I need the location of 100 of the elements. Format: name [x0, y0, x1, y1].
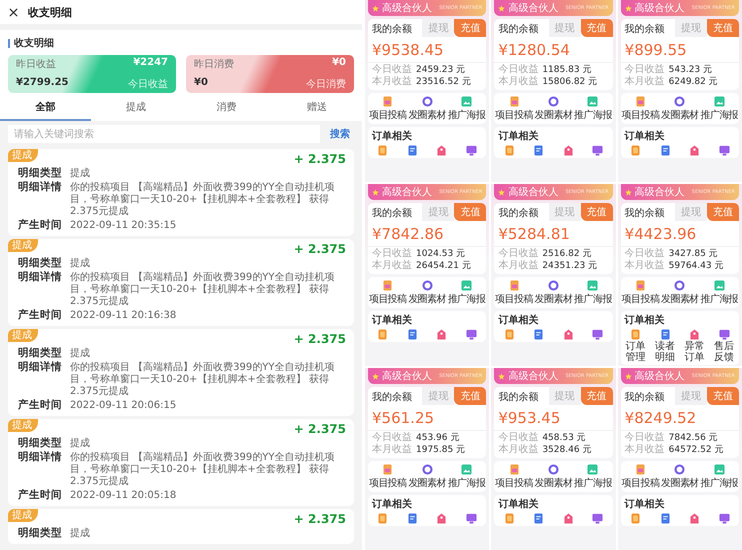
stat-value: 2516.82 元: [542, 248, 592, 260]
record-tag: 提成: [8, 239, 38, 252]
feature-item[interactable]: 发圈素材: [407, 464, 447, 490]
image-icon: [714, 464, 725, 475]
field-label: 明细类型: [18, 527, 63, 540]
orders-title: 订单相关: [497, 130, 540, 144]
feature-item[interactable]: 项目投稿: [494, 96, 534, 122]
record-tag: 提成: [8, 329, 38, 342]
field-label: 明细详情: [18, 451, 63, 465]
feature-item[interactable]: 项目投稿: [368, 96, 408, 122]
stat-value: 1185.83 元: [542, 64, 592, 76]
image-icon: [461, 464, 472, 475]
feature-item[interactable]: 项目投稿: [368, 280, 408, 306]
star-icon: [498, 372, 506, 380]
feature-item[interactable]: 发圈素材: [534, 464, 574, 490]
search-button[interactable]: 搜索: [326, 125, 354, 143]
clipboard-icon: [378, 329, 388, 340]
feature-item[interactable]: 项目投稿: [494, 464, 534, 490]
document-icon: [383, 280, 392, 291]
balance-label: 我的余额: [371, 390, 413, 405]
feature-item[interactable]: 项目投稿: [620, 280, 660, 306]
feature-item[interactable]: 发圈素材: [660, 464, 700, 490]
stat-label: 本月收益: [372, 444, 412, 456]
banner-title: 高级合伙人: [382, 2, 432, 15]
document-icon: [383, 464, 392, 475]
feature-item[interactable]: 发圈素材: [407, 280, 447, 306]
banner-title: 高级合伙人: [382, 186, 432, 199]
field-value: 你的投稿项目 【高端精品】外面收费399的YY全自动挂机项目，号称单窗口一天10-20+【挂机脚本+全套教程】 获得2.375元提成: [70, 271, 336, 308]
feature-item[interactable]: 推广海报: [700, 464, 739, 490]
close-icon[interactable]: [9, 8, 18, 16]
stat-label: 今日收益: [372, 64, 412, 76]
stat-label: 本月收益: [498, 260, 538, 272]
feature-item[interactable]: 发圈素材: [660, 280, 700, 306]
clipboard-icon: [504, 145, 514, 156]
search-field[interactable]: 请输入关键词搜索: [8, 125, 320, 143]
feature-item[interactable]: 推广海报: [700, 96, 739, 122]
record-tag: 提成: [8, 509, 38, 522]
monitor-icon: [718, 329, 730, 340]
feature-item[interactable]: 推广海报: [573, 464, 613, 490]
star-icon: [372, 372, 379, 380]
feature-item[interactable]: 推广海报: [446, 280, 486, 306]
field-label: 产生时间: [18, 219, 63, 232]
order-item-label[interactable]: 读者明细: [655, 341, 676, 363]
clipboard-icon: [378, 513, 388, 524]
summary-label: 昨日消费: [194, 58, 235, 71]
feature-item[interactable]: 推广海报: [573, 280, 613, 306]
star-icon: [498, 188, 506, 196]
stat-label: 今日收益: [498, 64, 538, 76]
star-icon: [624, 372, 632, 380]
field-label: 明细类型: [18, 437, 63, 450]
tab[interactable]: 提成: [90, 96, 181, 121]
stat-value: 26454.21 元: [416, 260, 471, 272]
balance-label: 我的余额: [624, 390, 666, 405]
summary-label: 今日消费: [306, 78, 346, 91]
order-item-label[interactable]: 售后反馈: [714, 341, 734, 363]
field-value: 提成: [70, 347, 91, 360]
feature-item[interactable]: 项目投稿: [494, 280, 534, 306]
feature-item[interactable]: 发圈素材: [660, 96, 700, 122]
field-value: 你的投稿项目 【高端精品】外面收费399的YY全自动挂机项目，号称单窗口一天10-20+【挂机脚本+全套教程】 获得2.375元提成: [70, 361, 336, 398]
feature-item[interactable]: 项目投稿: [368, 464, 408, 490]
field-label: 明细类型: [18, 167, 63, 180]
order-item-label[interactable]: 订单管理: [625, 341, 646, 363]
star-icon: [372, 4, 379, 12]
clipboard-icon: [630, 513, 640, 524]
ring-icon: [674, 280, 686, 291]
ring-icon: [548, 464, 559, 475]
field-label: 明细类型: [18, 347, 63, 360]
feature-item[interactable]: 发圈素材: [407, 96, 447, 122]
balance-label: 我的余额: [371, 22, 413, 37]
balance-amount: ¥5284.81: [497, 224, 571, 245]
feature-item[interactable]: 发圈素材: [534, 280, 574, 306]
feature-item[interactable]: 推广海报: [446, 464, 486, 490]
balance-amount: ¥8249.52: [624, 408, 698, 429]
banner-title: 高级合伙人: [634, 2, 685, 15]
image-icon: [587, 280, 598, 291]
orders-title: 订单相关: [623, 314, 666, 328]
stat-value: 7842.56 元: [668, 432, 718, 444]
monitor-icon: [718, 513, 730, 524]
balance-amount: ¥4423.96: [624, 224, 698, 245]
feature-item[interactable]: 推广海报: [446, 96, 486, 122]
monitor-icon: [592, 145, 604, 156]
feature-item[interactable]: 推广海报: [700, 280, 739, 306]
feature-item[interactable]: 项目投稿: [620, 96, 660, 122]
feature-item[interactable]: 发圈素材: [534, 96, 574, 122]
order-item-label[interactable]: 异常订单: [684, 341, 705, 363]
record-amount: + 2.375: [294, 242, 346, 256]
field-label: 产生时间: [18, 309, 63, 322]
monitor-icon: [718, 145, 730, 156]
clipboard-icon: [504, 513, 514, 524]
banner-title: 高级合伙人: [508, 2, 558, 15]
balance-label: 我的余额: [624, 22, 666, 37]
stat-value: 64572.52 元: [668, 444, 724, 456]
feature-item[interactable]: 推广海报: [573, 96, 613, 122]
tab[interactable]: 消费: [181, 96, 272, 121]
star-icon: [624, 188, 632, 196]
document-icon: [383, 96, 392, 107]
ring-icon: [548, 96, 559, 107]
feature-item[interactable]: 项目投稿: [620, 464, 660, 490]
tab[interactable]: 赠送: [272, 96, 362, 121]
balance-amount: ¥9538.45: [371, 40, 445, 61]
